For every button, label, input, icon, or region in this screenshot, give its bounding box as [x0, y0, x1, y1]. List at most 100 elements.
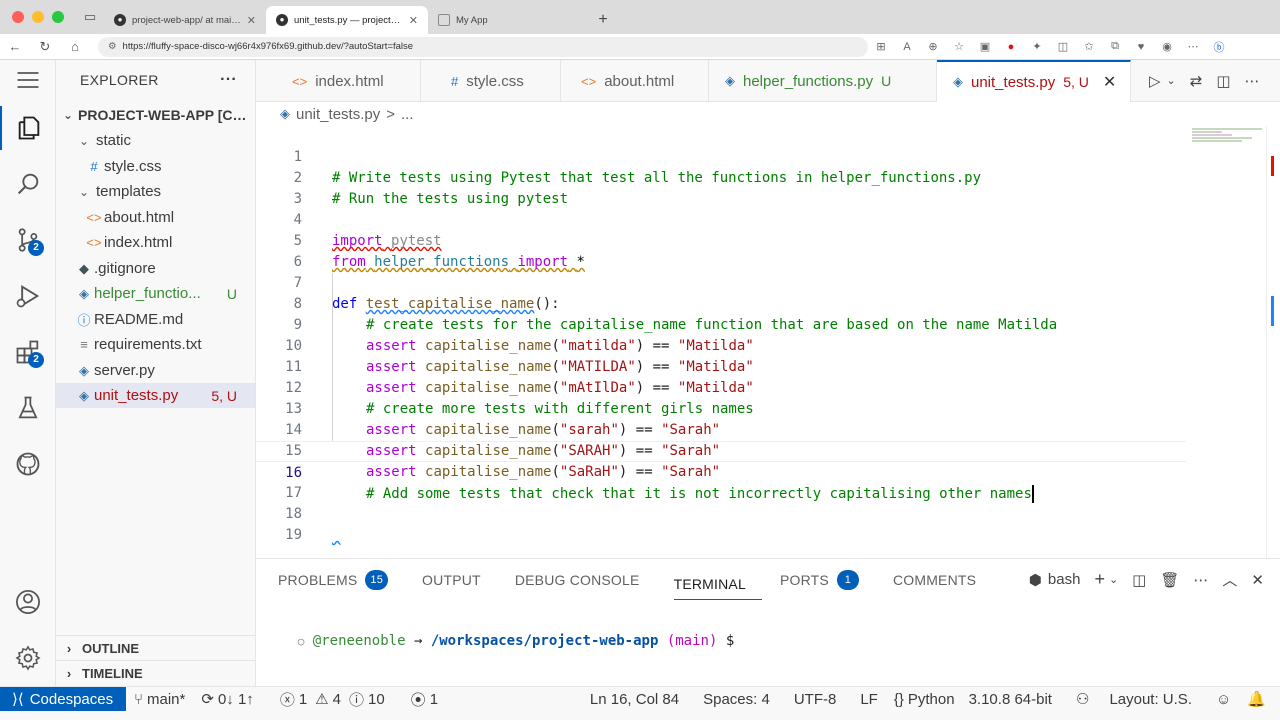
testing-flask-icon[interactable] [0, 386, 56, 430]
split-terminal-icon[interactable]: ◫ [1132, 571, 1146, 589]
encoding-indicator[interactable]: UTF-8 [786, 691, 853, 708]
close-panel-icon[interactable]: ✕ [1251, 571, 1264, 589]
explorer-icon[interactable] [0, 106, 56, 150]
tree-item-style-css[interactable]: # style.css [56, 154, 255, 179]
notifications-bell-icon[interactable]: 🔔 [1239, 690, 1280, 708]
settings-gear-icon[interactable] [0, 636, 56, 680]
tab-terminal[interactable]: TERMINAL [673, 568, 762, 600]
split-editor-icon[interactable]: ◫ [1216, 72, 1230, 90]
translate-icon[interactable]: A [894, 41, 920, 53]
more-actions-icon[interactable]: ⋯ [1193, 571, 1208, 589]
bing-copilot-icon[interactable]: ⓑ [1206, 39, 1232, 55]
collections-icon[interactable]: ⧉ [1102, 40, 1128, 53]
editor-scrollbar[interactable] [1266, 126, 1280, 558]
breadcrumb-file[interactable]: unit_tests.py [296, 106, 380, 123]
browser-tab-my-app[interactable]: My App [428, 6, 590, 34]
bookmark-star-icon[interactable]: ☆ [946, 40, 972, 53]
tree-item-templates[interactable]: ⌄ templates [56, 179, 255, 204]
home-icon[interactable]: ⌂ [60, 39, 90, 54]
zoom-icon[interactable]: ⊕ [920, 40, 946, 53]
chevron-down-icon[interactable]: ⌄ [1167, 74, 1176, 87]
minimap[interactable] [1192, 128, 1266, 152]
tree-item-index-html[interactable]: <> index.html [56, 230, 255, 255]
keyboard-layout[interactable]: Layout: U.S. [1097, 691, 1208, 708]
chevron-down-icon[interactable]: ⌄ [1109, 573, 1118, 586]
tab-about-html[interactable]: <> about.html [561, 60, 709, 102]
tree-item-about-html[interactable]: <> about.html [56, 205, 255, 230]
minimize-window-button[interactable] [32, 11, 44, 23]
tab-unit-tests[interactable]: ◈ unit_tests.py 5, U ✕ [937, 60, 1131, 102]
copilot-icon[interactable]: ⚇ [1068, 690, 1097, 708]
browser-tab-codespace[interactable]: ● unit_tests.py — project-web-a ✕ [266, 6, 428, 34]
maximize-panel-icon[interactable]: ︿ [1222, 569, 1237, 590]
remote-indicator[interactable]: ⟩⟨ Codespaces [0, 686, 126, 712]
tree-item-server-py[interactable]: ◈ server.py [56, 358, 255, 383]
breadcrumb-symbols[interactable]: ... [401, 106, 414, 123]
opera-icon[interactable]: ● [998, 41, 1024, 53]
tab-ports[interactable]: PORTS 1 [780, 559, 875, 601]
branch-indicator[interactable]: ⑂ main* [126, 691, 193, 708]
problems-indicator[interactable]: ⓧ 1 ⚠ 4 ⓘ 10 [272, 689, 393, 710]
tree-item-gitignore[interactable]: ◆ .gitignore [56, 256, 255, 281]
close-window-button[interactable] [12, 11, 24, 23]
menu-icon[interactable] [0, 60, 56, 100]
indentation-indicator[interactable]: Spaces: 4 [695, 691, 786, 708]
close-tab-icon[interactable]: ✕ [1103, 72, 1116, 92]
tab-style-css[interactable]: # style.css [421, 60, 561, 102]
language-indicator[interactable]: {} Python [886, 691, 963, 708]
eol-indicator[interactable]: LF [852, 691, 886, 708]
more-actions-icon[interactable]: ··· [220, 71, 237, 89]
tab-index-html[interactable]: <> index.html [256, 60, 421, 102]
extensions-icon[interactable]: 2 [0, 330, 56, 374]
sync-indicator[interactable]: ⟳ 0↓ 1↑ [193, 690, 261, 709]
source-control-icon[interactable]: 2 [0, 218, 56, 262]
tree-item-static[interactable]: ⌄ static [56, 128, 255, 153]
tree-item-unit-tests[interactable]: ◈ unit_tests.py 5, U [56, 383, 255, 408]
tree-item-helper-functions[interactable]: ◈ helper_functio... U [56, 281, 255, 306]
project-root[interactable]: ⌄ PROJECT-WEB-APP [CO... [56, 102, 255, 127]
tab-helper-functions[interactable]: ◈ helper_functions.py U [709, 60, 937, 102]
outline-section[interactable]: › OUTLINE [56, 635, 255, 660]
performance-icon[interactable]: ♥ [1128, 41, 1154, 53]
tab-comments[interactable]: COMMENTS [893, 559, 992, 601]
run-debug-icon[interactable] [0, 274, 56, 318]
ports-indicator[interactable]: ⦿ 1 [403, 689, 446, 710]
tab-output[interactable]: OUTPUT [422, 559, 497, 601]
cursor-position[interactable]: Ln 16, Col 84 [582, 691, 695, 708]
accounts-icon[interactable] [0, 580, 56, 624]
new-tab-button[interactable]: + [590, 6, 616, 34]
profile-icon[interactable]: ◉ [1154, 40, 1180, 53]
close-tab-icon[interactable]: ✕ [409, 14, 418, 27]
zoom-window-button[interactable] [52, 11, 64, 23]
code-editor[interactable]: 1 # Write tests using Pytest that test a… [256, 126, 1280, 558]
apps-icon[interactable]: ⊞ [868, 40, 894, 53]
close-tab-icon[interactable]: ✕ [247, 14, 256, 27]
favorites-icon[interactable]: ✩ [1076, 40, 1102, 53]
reload-icon[interactable]: ↻ [30, 39, 60, 55]
new-terminal-icon[interactable]: + [1094, 569, 1105, 590]
menu-dots-icon[interactable]: ⋯ [1180, 40, 1206, 53]
tab-debug-console[interactable]: DEBUG CONSOLE [515, 559, 656, 601]
extension-icon[interactable]: ✦ [1024, 40, 1050, 53]
github-icon[interactable] [0, 442, 56, 486]
tree-item-requirements[interactable]: ≡ requirements.txt [56, 332, 255, 357]
more-actions-icon[interactable]: ⋯ [1245, 72, 1260, 90]
tree-item-readme[interactable]: ⓘ README.md [56, 307, 255, 332]
compare-changes-icon[interactable]: ⇄ [1190, 72, 1203, 90]
browser-tab-github[interactable]: ● project-web-app/ at main · rene ✕ [104, 6, 266, 34]
trash-icon[interactable]: 🗑 [1160, 571, 1179, 589]
terminal-shell-selector[interactable]: bash [1048, 571, 1081, 588]
run-python-icon[interactable]: ▷ [1149, 72, 1161, 90]
site-info-icon[interactable]: ⚙ [108, 41, 117, 52]
timeline-section[interactable]: › TIMELINE [56, 660, 255, 685]
terminal-prompt[interactable]: ○ @reneenoble → /workspaces/project-web-… [264, 617, 735, 665]
feedback-icon[interactable]: ☺ [1208, 691, 1239, 708]
sidebar-toggle-icon[interactable]: ▭ [76, 0, 104, 34]
python-interpreter[interactable]: 3.10.8 64-bit [963, 691, 1068, 708]
back-icon[interactable]: ← [0, 39, 30, 54]
split-screen-icon[interactable]: ◫ [1050, 40, 1076, 53]
url-field[interactable]: ⚙ https://fluffy-space-disco-wj66r4x976f… [98, 36, 868, 57]
reader-icon[interactable]: ▣ [972, 40, 998, 53]
search-icon[interactable] [0, 162, 56, 206]
tab-problems[interactable]: PROBLEMS 15 [278, 559, 404, 601]
